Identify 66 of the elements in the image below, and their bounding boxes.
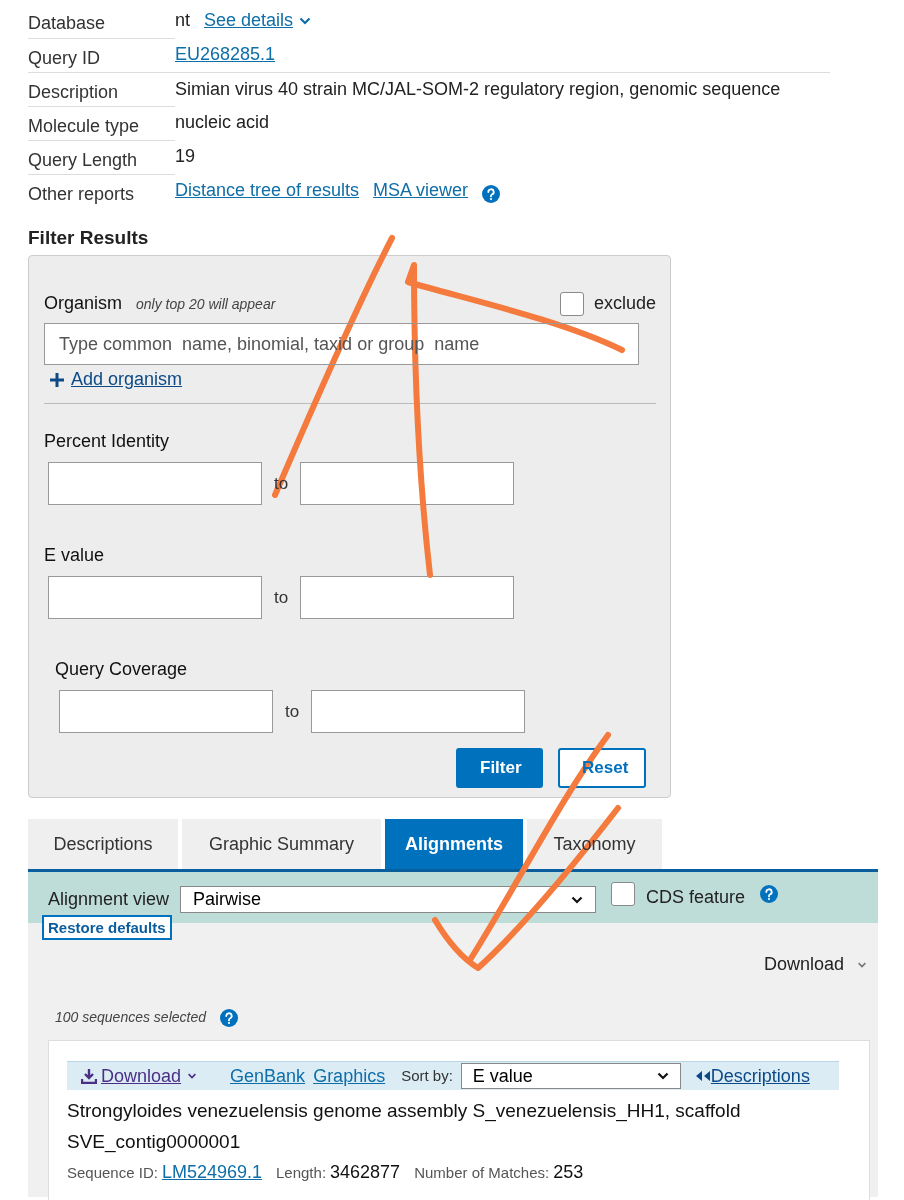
field-value: nt: [175, 9, 190, 32]
meta-label: Length:: [276, 1163, 327, 1183]
link[interactable]: MSA viewer: [373, 177, 469, 204]
checkbox[interactable]: [559, 291, 584, 316]
tab[interactable]: Graphic Summary: [182, 819, 381, 869]
plus-icon: [49, 371, 65, 388]
checkbox[interactable]: [611, 882, 636, 906]
field-label: Query Length: [28, 150, 138, 170]
field-label: Sort by:: [401, 1065, 453, 1086]
field-label: Percent Identity: [44, 430, 170, 453]
help-icon[interactable]: [760, 885, 779, 904]
alignment-view-select[interactable]: Pairwise: [180, 886, 597, 913]
input-field[interactable]: [311, 690, 525, 733]
field-value: 19: [175, 145, 196, 168]
field-label: E value: [44, 544, 105, 567]
link[interactable]: Graphics: [313, 1062, 386, 1090]
input-field[interactable]: [300, 576, 514, 619]
add-organism-link[interactable]: Add organism: [71, 366, 183, 393]
field-label: Query ID: [28, 48, 101, 68]
input-field[interactable]: [59, 690, 273, 733]
sort-select[interactable]: E value: [460, 1063, 681, 1089]
field-value: Simian virus 40 strain MC/JAL-SOM-2 regulatory region, genomic sequence: [175, 78, 781, 101]
download-button[interactable]: Download: [763, 951, 868, 978]
meta-label: Sequence ID:: [67, 1163, 158, 1183]
result-title: Strongyloides venezuelensis genome assembly S_venezuelensis_HH1, scaffold SVE_contig0000001: [67, 1099, 742, 1155]
caret-icon: [187, 1073, 197, 1079]
input-field[interactable]: [48, 576, 262, 619]
caret-icon: [857, 961, 867, 968]
restore-defaults-button[interactable]: Restore defaults: [42, 915, 172, 940]
checkbox-label: CDS feature: [646, 886, 746, 909]
caret-icon: [571, 895, 584, 904]
range-separator: to: [272, 586, 290, 609]
back-arrow-icon: [694, 1070, 711, 1082]
link[interactable]: GenBank: [230, 1062, 306, 1090]
filter-button[interactable]: Filter: [456, 748, 543, 788]
meta-label: Number of Matches:: [414, 1163, 550, 1183]
link[interactable]: Distance tree of results: [175, 177, 360, 204]
selection-count: 100 sequences selected: [55, 1008, 206, 1027]
meta-value: 253: [553, 1161, 584, 1184]
checkbox-label: exclude: [593, 292, 656, 315]
link[interactable]: See details: [204, 7, 312, 34]
input-field[interactable]: [300, 462, 514, 505]
sequence-id-link[interactable]: LM524969.1: [161, 1159, 262, 1186]
range-separator: to: [283, 700, 301, 723]
field-label: Database: [28, 13, 106, 33]
field-value: nucleic acid: [175, 111, 270, 134]
meta-value: 3462877: [330, 1161, 401, 1184]
help-icon[interactable]: [482, 185, 501, 204]
caret-icon: [299, 16, 312, 25]
help-icon[interactable]: [220, 1008, 238, 1027]
field-label: Description: [28, 82, 119, 102]
field-label: Molecule type: [28, 116, 140, 136]
download-link[interactable]: Download: [101, 1062, 199, 1090]
caret-icon: [656, 1072, 669, 1080]
link[interactable]: EU268285.1: [175, 41, 276, 68]
field-label: Organism: [44, 292, 123, 315]
field-label: Alignment view: [48, 888, 170, 911]
section-title: Filter Results: [28, 226, 149, 250]
tab[interactable]: Descriptions: [28, 819, 178, 869]
input-field[interactable]: [48, 462, 262, 505]
link[interactable]: Descriptions: [710, 1062, 810, 1090]
download-icon: [81, 1068, 97, 1084]
tab[interactable]: Alignments: [385, 819, 523, 869]
hint-text: only top 20 will appear: [136, 295, 276, 314]
field-label: Other reports: [28, 184, 135, 204]
field-label: Query Coverage: [55, 658, 188, 681]
